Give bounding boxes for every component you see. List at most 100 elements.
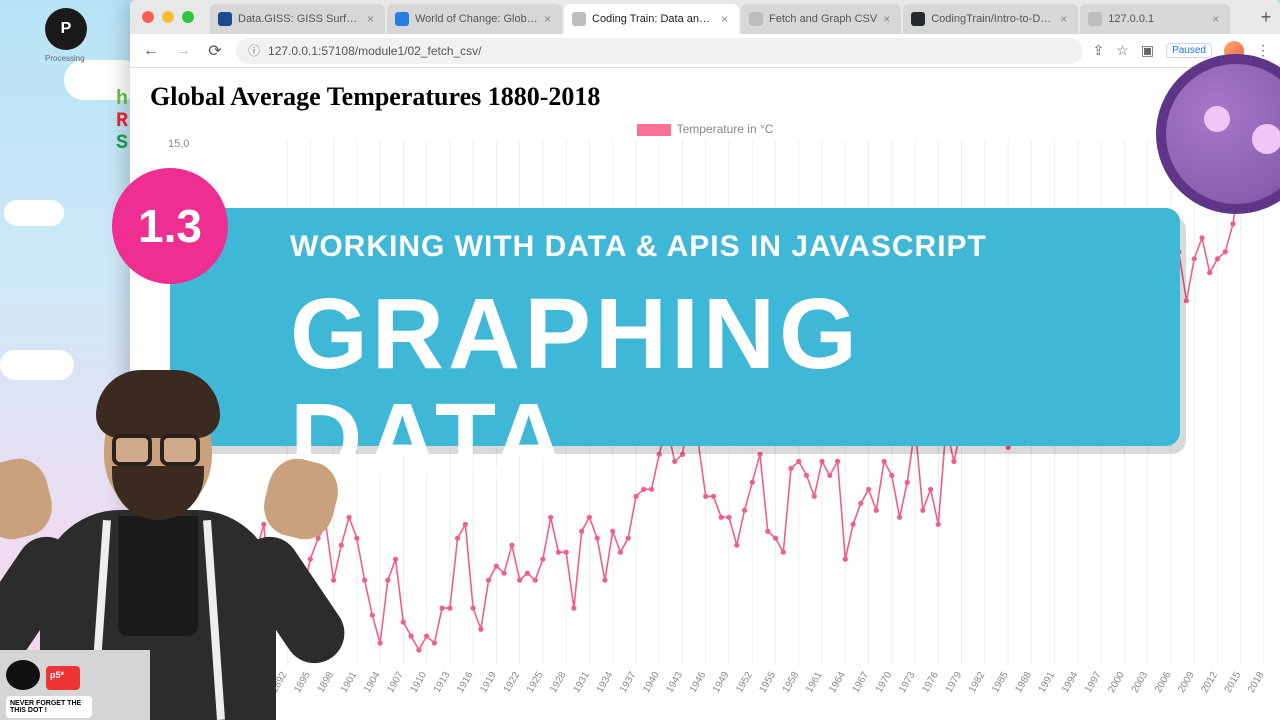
tab-title: CodingTrain/Intro-to-Data-API [931, 13, 1054, 25]
new-tab-button[interactable]: + [1252, 7, 1280, 28]
browser-tab[interactable]: Fetch and Graph CSV × [741, 4, 901, 34]
svg-text:1949: 1949 [711, 670, 732, 695]
legend-label: Temperature in °C [677, 122, 774, 136]
cast-icon[interactable]: ▣ [1141, 42, 1154, 59]
svg-text:1952: 1952 [734, 670, 755, 695]
browser-toolbar: ← → ⟳ ⓘ 127.0.0.1:57108/module1/02_fetch… [130, 34, 1280, 68]
close-tab-icon[interactable]: × [883, 12, 893, 26]
tab-strip: Data.GISS: GISS Surface Temp × World of … [210, 0, 1252, 34]
svg-text:2012: 2012 [1199, 670, 1220, 695]
svg-text:1913: 1913 [432, 670, 453, 695]
svg-text:1922: 1922 [502, 670, 523, 695]
svg-text:1961: 1961 [804, 670, 825, 695]
svg-text:1991: 1991 [1037, 670, 1058, 695]
reload-button[interactable]: ⟳ [204, 40, 226, 62]
svg-text:1985: 1985 [990, 670, 1011, 695]
cloud-decoration [4, 200, 64, 226]
sticker-processing [6, 660, 40, 690]
profile-paused-badge[interactable]: Paused [1166, 43, 1212, 58]
close-tab-icon[interactable]: × [367, 12, 377, 26]
svg-text:1928: 1928 [548, 670, 569, 695]
minimize-window-button[interactable] [162, 11, 174, 23]
close-window-button[interactable] [142, 11, 154, 23]
code-glyph: R [116, 110, 128, 133]
sticker-never-forget: NEVER FORGET THE THIS DOT ! [6, 696, 92, 718]
svg-text:1931: 1931 [571, 670, 592, 695]
svg-text:1994: 1994 [1060, 670, 1081, 695]
sticker-p5: p5* [46, 666, 80, 690]
tab-title: World of Change: Global Temp [415, 13, 538, 25]
url-text: 127.0.0.1:57108/module1/02_fetch_csv/ [268, 44, 482, 58]
back-button[interactable]: ← [140, 40, 162, 62]
svg-text:1925: 1925 [525, 670, 546, 695]
svg-text:1958: 1958 [781, 670, 802, 695]
browser-tab[interactable]: CodingTrain/Intro-to-Data-API × [903, 4, 1078, 34]
browser-tab[interactable]: 127.0.0.1 × [1080, 4, 1230, 34]
tab-favicon [1088, 12, 1102, 26]
svg-text:1901: 1901 [339, 670, 360, 695]
svg-text:2006: 2006 [1153, 670, 1174, 695]
close-tab-icon[interactable]: × [1212, 12, 1222, 26]
svg-text:1940: 1940 [641, 670, 662, 695]
code-glyph: h [116, 88, 128, 111]
svg-text:1898: 1898 [316, 670, 337, 695]
svg-text:1910: 1910 [409, 670, 430, 695]
svg-text:1919: 1919 [478, 670, 499, 695]
tab-title: Data.GISS: GISS Surface Temp [238, 13, 361, 25]
svg-text:1943: 1943 [664, 670, 685, 695]
forward-button[interactable]: → [172, 40, 194, 62]
tab-favicon [395, 12, 409, 26]
tab-favicon [572, 12, 586, 26]
svg-text:2003: 2003 [1130, 670, 1151, 695]
series-subtitle: Working with Data & APIs in JavaScript [290, 230, 1150, 264]
processing-icon: P [45, 8, 87, 50]
page-title: Global Average Temperatures 1880-2018 [150, 82, 1260, 112]
tab-title: Fetch and Graph CSV [769, 13, 877, 25]
svg-text:1970: 1970 [874, 670, 895, 695]
svg-text:1988: 1988 [1013, 670, 1034, 695]
tab-favicon [749, 12, 763, 26]
svg-text:2009: 2009 [1176, 670, 1197, 695]
window-titlebar: Data.GISS: GISS Surface Temp × World of … [130, 0, 1280, 34]
browser-tab[interactable]: World of Change: Global Temp × [387, 4, 562, 34]
svg-text:1976: 1976 [920, 670, 941, 695]
share-icon[interactable]: ⇪ [1093, 42, 1105, 59]
code-glyph: S [116, 132, 128, 155]
maximize-window-button[interactable] [182, 11, 194, 23]
close-tab-icon[interactable]: × [1060, 12, 1070, 26]
browser-tab[interactable]: Coding Train: Data and APIs P × [564, 4, 739, 34]
browser-tab[interactable]: Data.GISS: GISS Surface Temp × [210, 4, 385, 34]
svg-text:1904: 1904 [362, 670, 383, 695]
svg-text:1946: 1946 [688, 670, 709, 695]
svg-text:1973: 1973 [897, 670, 918, 695]
window-controls [130, 11, 206, 23]
bookmark-icon[interactable]: ☆ [1116, 42, 1129, 59]
video-title-card: 1.3 Working with Data & APIs in JavaScri… [170, 208, 1180, 446]
svg-text:2000: 2000 [1106, 670, 1127, 695]
close-tab-icon[interactable]: × [721, 12, 731, 26]
address-bar[interactable]: ⓘ 127.0.0.1:57108/module1/02_fetch_csv/ [236, 38, 1083, 64]
svg-text:1967: 1967 [851, 670, 872, 695]
svg-text:1892: 1892 [269, 670, 290, 695]
processing-label: Processing [45, 54, 85, 63]
tab-title: Coding Train: Data and APIs P [592, 13, 715, 25]
svg-text:2018: 2018 [1246, 670, 1264, 695]
svg-text:1937: 1937 [618, 670, 639, 695]
tab-title: 127.0.0.1 [1108, 13, 1206, 25]
svg-text:1964: 1964 [827, 670, 848, 695]
svg-text:1907: 1907 [385, 670, 406, 695]
chart-legend: Temperature in °C [150, 122, 1260, 136]
svg-text:1895: 1895 [292, 670, 313, 695]
svg-text:1997: 1997 [1083, 670, 1104, 695]
lesson-number-badge: 1.3 [112, 168, 228, 284]
svg-text:1916: 1916 [455, 670, 476, 695]
y-axis-tick: 15.0 [168, 138, 189, 150]
laptop-lid: p5* NEVER FORGET THE THIS DOT ! [0, 650, 150, 720]
site-info-icon[interactable]: ⓘ [248, 42, 260, 59]
lesson-title: GRAPHING DATA [290, 282, 1150, 492]
tab-favicon [911, 12, 925, 26]
tab-favicon [218, 12, 232, 26]
cloud-decoration [0, 350, 74, 380]
close-tab-icon[interactable]: × [544, 12, 554, 26]
svg-text:1982: 1982 [967, 670, 988, 695]
